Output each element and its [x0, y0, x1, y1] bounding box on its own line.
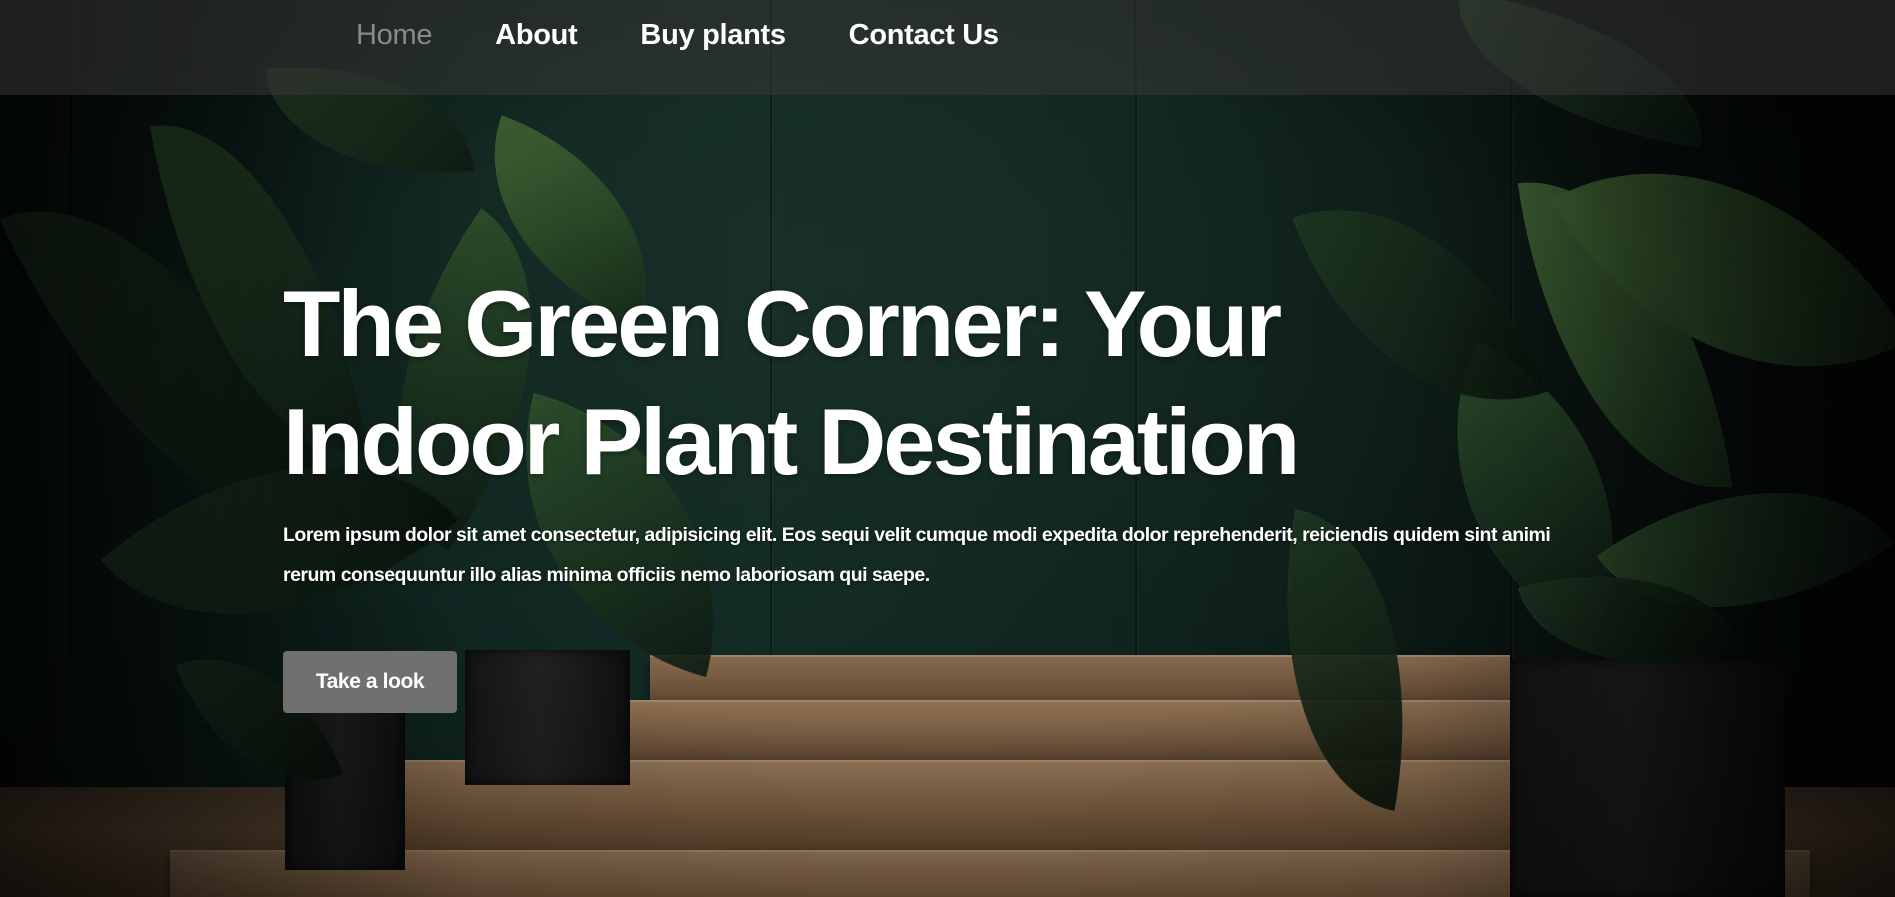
- hero-title: The Green Corner: Your Indoor Plant Dest…: [283, 271, 1300, 494]
- take-a-look-button[interactable]: Take a look: [283, 651, 457, 713]
- hero-section: The Green Corner: Your Indoor Plant Dest…: [283, 265, 1603, 713]
- nav-link-about[interactable]: About: [495, 19, 578, 52]
- nav-link-buy-plants[interactable]: Buy plants: [640, 19, 786, 52]
- nav-link-contact-us[interactable]: Contact Us: [849, 19, 999, 52]
- navbar: Home About Buy plants Contact Us: [0, 0, 1895, 95]
- hero-description: Lorem ipsum dolor sit amet consectetur, …: [283, 524, 1551, 586]
- nav-link-home[interactable]: Home: [356, 19, 432, 52]
